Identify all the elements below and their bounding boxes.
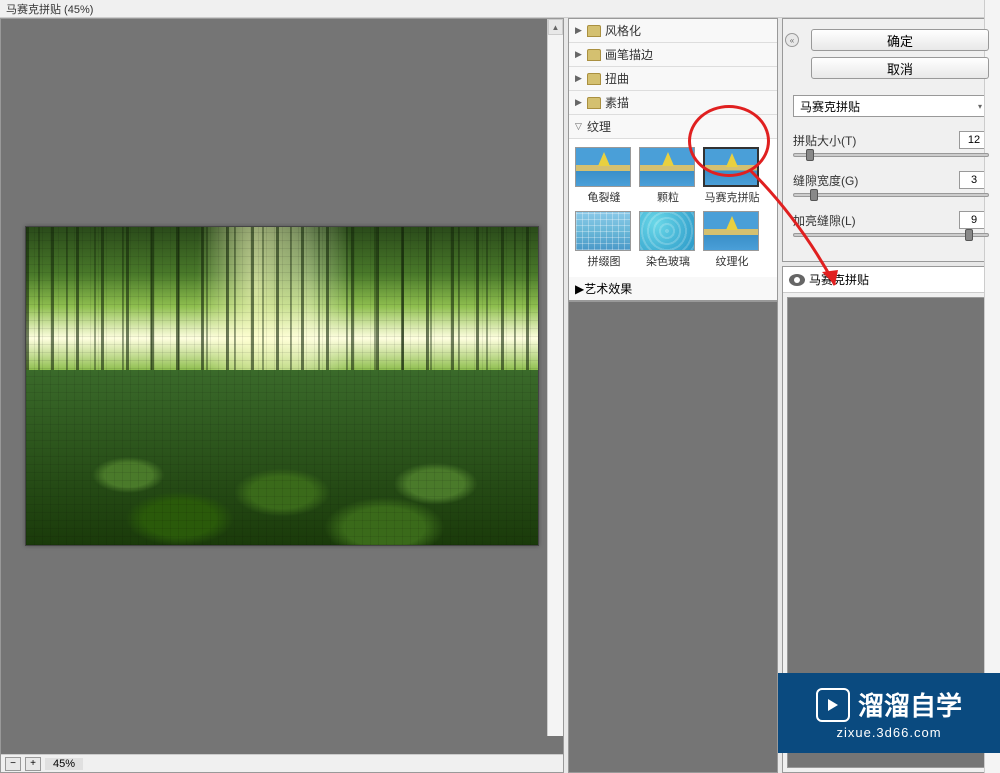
collapse-chevron-icon[interactable]: « (785, 33, 799, 47)
chevron-down-icon: ▾ (978, 102, 982, 111)
thumbnail-label: 马赛克拼贴 (703, 189, 761, 205)
cancel-button[interactable]: 取消 (811, 57, 989, 79)
slider-track[interactable] (793, 153, 989, 157)
preview-image (25, 226, 539, 546)
layer-label: 马赛克拼贴 (809, 271, 869, 288)
zoom-bar: − + 45% (1, 754, 563, 772)
thumbnail-image (575, 211, 631, 251)
thumbnail-image (575, 147, 631, 187)
window-title: 马赛克拼贴 (45%) (6, 1, 93, 17)
slider-thumb[interactable] (965, 229, 973, 241)
slider-label: 加亮缝隙(L) (793, 212, 856, 229)
expand-arrow-icon: ▶ (575, 282, 584, 296)
watermark: 溜溜自学 zixue.3d66.com (778, 673, 1000, 753)
settings-controls: « 确定 取消 马赛克拼贴 ▾ 拼贴大小(T) 12 (782, 18, 1000, 262)
expand-arrow-icon: ▶ (575, 49, 587, 60)
slider-thumb[interactable] (810, 189, 818, 201)
filter-stained-glass[interactable]: 染色玻璃 (639, 211, 697, 269)
zoom-out-button[interactable]: − (5, 757, 21, 771)
category-brush-strokes[interactable]: ▶ 画笔描边 (569, 43, 777, 67)
scroll-up-arrow[interactable]: ▲ (548, 19, 563, 35)
filter-category-panel: ▶ 风格化 ▶ 画笔描边 ▶ 扭曲 ▶ 素描 ▽ 纹理 (568, 18, 778, 773)
watermark-url: zixue.3d66.com (836, 725, 941, 740)
play-icon (816, 688, 850, 722)
zoom-in-button[interactable]: + (25, 757, 41, 771)
thumbnail-label: 拼缀图 (575, 253, 633, 269)
thumbnail-label: 龟裂缝 (575, 189, 633, 205)
slider-label: 拼贴大小(T) (793, 132, 856, 149)
preview-area[interactable]: ▲ (1, 19, 563, 754)
thumbnail-label: 染色玻璃 (639, 253, 697, 269)
vertical-scrollbar[interactable]: ▲ (547, 19, 563, 736)
grout-width-control: 缝隙宽度(G) 3 (793, 171, 989, 197)
category-artistic[interactable]: ▶ 艺术效果 (569, 277, 777, 301)
thumbnail-label: 颗粒 (639, 189, 697, 205)
slider-thumb[interactable] (806, 149, 814, 161)
thumbnail-label: 纹理化 (703, 253, 761, 269)
folder-icon (587, 49, 601, 61)
preview-panel: ▲ − + 45% (0, 18, 564, 773)
visibility-eye-icon[interactable] (789, 274, 805, 286)
settings-panel: « 确定 取消 马赛克拼贴 ▾ 拼贴大小(T) 12 (782, 18, 1000, 773)
filter-categories: ▶ 风格化 ▶ 画笔描边 ▶ 扭曲 ▶ 素描 ▽ 纹理 (569, 19, 777, 139)
thumbnail-image (639, 147, 695, 187)
filter-type-dropdown[interactable]: 马赛克拼贴 ▾ (793, 95, 989, 117)
category-label: 风格化 (605, 22, 641, 39)
filter-lower-area (569, 301, 777, 772)
dropdown-value: 马赛克拼贴 (800, 98, 860, 115)
title-bar: 马赛克拼贴 (45%) (0, 0, 1000, 18)
effect-layer-tab[interactable]: 马赛克拼贴 (783, 267, 999, 293)
filter-thumbnails: 龟裂缝 颗粒 马赛克拼贴 拼缀图 染色玻璃 纹理化 (569, 139, 777, 277)
expand-arrow-icon: ▶ (575, 97, 587, 108)
forest-ground-texture (26, 370, 538, 545)
filter-grain[interactable]: 颗粒 (639, 147, 697, 205)
category-label: 艺术效果 (584, 280, 632, 297)
slider-label: 缝隙宽度(G) (793, 172, 858, 189)
ok-button[interactable]: 确定 (811, 29, 989, 51)
thumbnail-image (703, 147, 759, 187)
filter-texturizer[interactable]: 纹理化 (703, 211, 761, 269)
filter-patchwork[interactable]: 拼缀图 (575, 211, 633, 269)
tile-size-control: 拼贴大小(T) 12 (793, 131, 989, 157)
thumbnail-image (639, 211, 695, 251)
filter-mosaic-tiles[interactable]: 马赛克拼贴 (703, 147, 761, 205)
thumbnail-image (703, 211, 759, 251)
main-container: ▲ − + 45% ▶ 风格化 ▶ 画笔描边 ▶ 扭曲 (0, 18, 1000, 773)
folder-icon (587, 97, 601, 109)
filter-craquelure[interactable]: 龟裂缝 (575, 147, 633, 205)
folder-icon (587, 25, 601, 37)
lighten-grout-control: 加亮缝隙(L) 9 (793, 211, 989, 237)
collapse-arrow-icon: ▽ (575, 121, 587, 132)
vertical-scrollbar[interactable] (984, 0, 1000, 773)
folder-icon (587, 73, 601, 85)
category-sketch[interactable]: ▶ 素描 (569, 91, 777, 115)
watermark-brand: 溜溜自学 (858, 686, 962, 723)
forest-trees-texture (26, 227, 538, 386)
category-label: 纹理 (587, 118, 611, 135)
category-label: 素描 (605, 94, 629, 111)
slider-track[interactable] (793, 233, 989, 237)
category-distort[interactable]: ▶ 扭曲 (569, 67, 777, 91)
category-stylize[interactable]: ▶ 风格化 (569, 19, 777, 43)
zoom-value: 45% (45, 758, 83, 770)
expand-arrow-icon: ▶ (575, 73, 587, 84)
expand-arrow-icon: ▶ (575, 25, 587, 36)
category-label: 画笔描边 (605, 46, 653, 63)
category-texture[interactable]: ▽ 纹理 (569, 115, 777, 139)
category-label: 扭曲 (605, 70, 629, 87)
slider-track[interactable] (793, 193, 989, 197)
